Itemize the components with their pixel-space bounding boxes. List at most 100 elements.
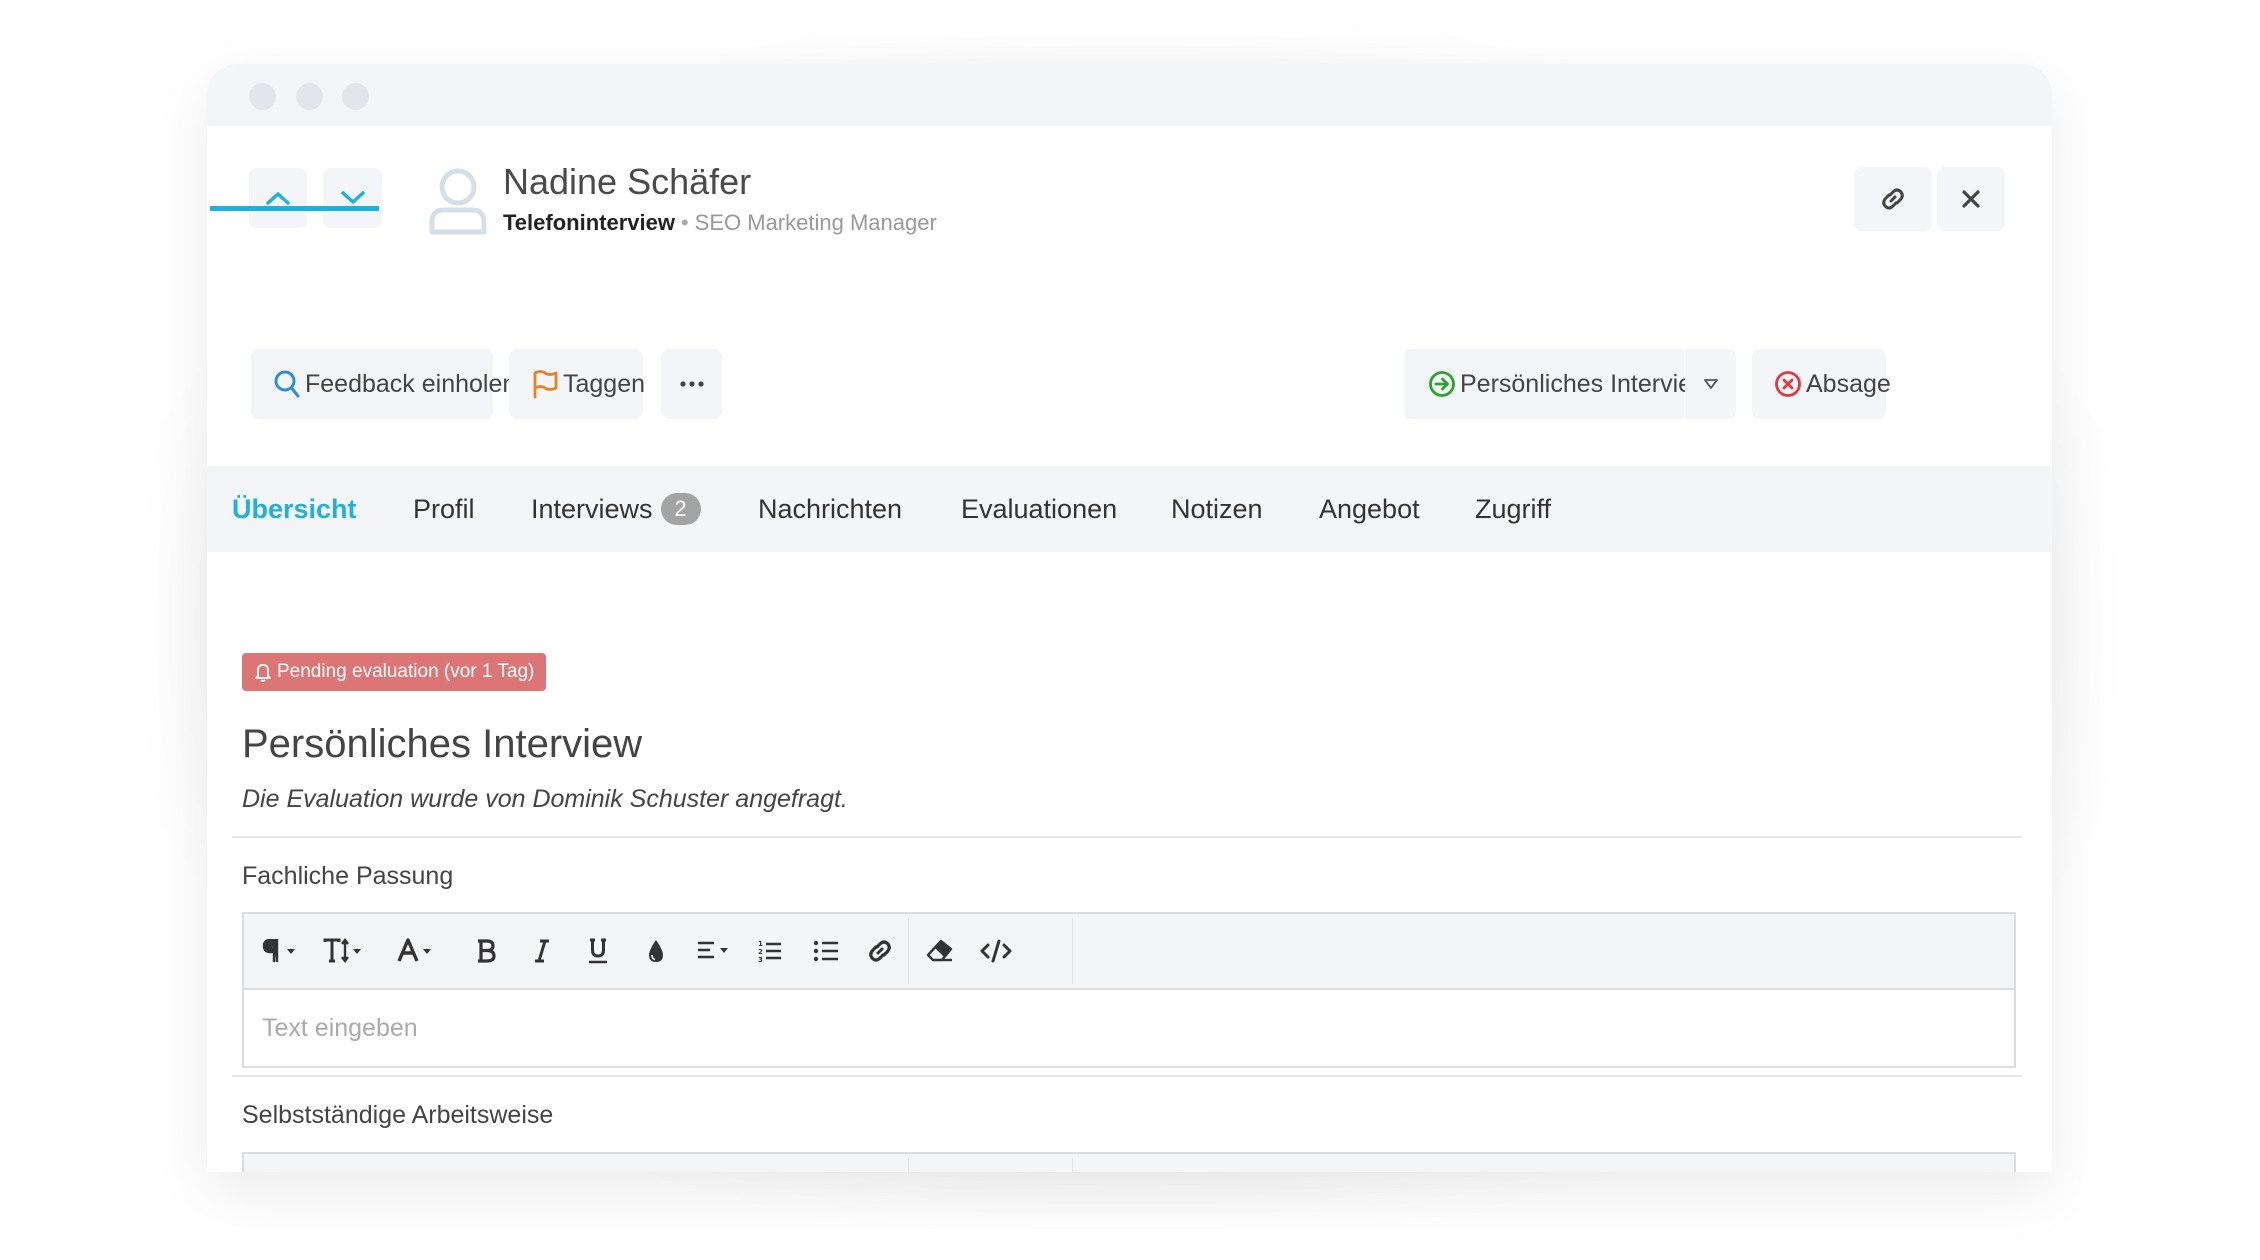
tab-overview[interactable]: Übersicht	[232, 466, 357, 552]
copy-link-button[interactable]	[1854, 167, 1932, 231]
tag-button[interactable]: Taggen	[509, 349, 646, 419]
tab-notes[interactable]: Notizen	[1171, 466, 1263, 552]
tab-access[interactable]: Zugriff	[1475, 466, 1551, 552]
feedback-label: Feedback einholen	[305, 369, 517, 398]
search-icon	[273, 369, 301, 399]
triangle-down-icon	[1703, 379, 1718, 389]
tab-label: Zugriff	[1475, 493, 1552, 524]
tab-label: Angebot	[1319, 493, 1420, 524]
tab-label: Interviews	[531, 493, 653, 524]
italic-button[interactable]	[522, 914, 562, 988]
window-close-dot[interactable]	[249, 83, 276, 110]
paragraph-style-button[interactable]	[258, 914, 302, 988]
chevron-down-icon	[340, 191, 365, 204]
section-divider	[232, 1075, 2022, 1077]
bold-icon	[478, 939, 496, 963]
code-icon	[980, 939, 1012, 963]
editor-input-technical-fit[interactable]: Text eingeben	[244, 990, 2014, 1066]
subtitle-separator: •	[680, 210, 689, 235]
rich-text-editor-technical-fit: 123 Text eingeben	[242, 912, 2016, 1068]
title-bar	[207, 64, 2052, 126]
flag-icon	[531, 369, 559, 399]
reject-button[interactable]: Absage	[1752, 349, 1891, 419]
tab-messages[interactable]: Nachrichten	[758, 466, 902, 552]
underline-icon	[589, 938, 607, 964]
eraser-icon	[926, 939, 953, 962]
tab-label: Profil	[413, 493, 475, 524]
tab-evaluations[interactable]: Evaluationen	[961, 466, 1117, 552]
editor-toolbar	[244, 1154, 2014, 1172]
candidate-stage: Telefoninterview	[503, 210, 675, 235]
chevron-up-icon	[266, 192, 290, 205]
active-tab-indicator	[210, 206, 379, 211]
feedback-button[interactable]: Feedback einholen	[251, 349, 516, 419]
tab-label: Übersicht	[232, 493, 357, 524]
bell-icon	[255, 664, 271, 682]
candidate-subtitle: Telefoninterview • SEO Marketing Manager	[503, 210, 937, 236]
section-divider	[232, 836, 2022, 838]
tab-label: Evaluationen	[961, 493, 1118, 524]
window-minimize-dot[interactable]	[296, 83, 323, 110]
next-candidate-button[interactable]	[323, 168, 382, 228]
italic-icon	[535, 939, 549, 963]
tab-profile[interactable]: Profil	[413, 466, 475, 552]
underline-button[interactable]	[578, 914, 618, 988]
candidate-job-title: SEO Marketing Manager	[694, 210, 937, 235]
candidate-name: Nadine Schäfer	[503, 161, 752, 202]
ordered-list-button[interactable]: 123	[748, 914, 792, 988]
toolbar-separator	[1072, 1158, 1073, 1172]
tab-label: Notizen	[1171, 493, 1263, 524]
more-actions-button[interactable]	[661, 349, 722, 419]
app-window: Nadine Schäfer Telefoninterview • SEO Mark…	[207, 64, 2052, 1172]
bold-button[interactable]	[466, 914, 506, 988]
tab-interviews[interactable]: Interviews 2	[531, 466, 701, 552]
advance-stage-label: Persönliches Interview	[1460, 369, 1711, 398]
align-left-icon	[698, 941, 728, 959]
code-view-button[interactable]	[974, 914, 1018, 988]
font-color-button[interactable]	[394, 914, 444, 988]
toolbar-separator	[908, 918, 909, 984]
clear-format-button[interactable]	[918, 914, 962, 988]
previous-candidate-button[interactable]	[249, 168, 307, 228]
evaluation-title: Persönliches Interview	[242, 722, 643, 766]
x-circle-icon	[1774, 370, 1802, 398]
list-ul-icon	[813, 940, 838, 962]
pending-evaluation-badge: Pending evaluation (vor 1 Tag)	[242, 653, 547, 691]
align-button[interactable]	[690, 914, 742, 988]
editor-toolbar: 123	[244, 914, 2014, 990]
evaluation-subtitle: Die Evaluation wurde von Dominik Schuste…	[242, 785, 848, 813]
rich-text-editor-independent-work	[242, 1152, 2016, 1172]
svg-text:3: 3	[758, 956, 763, 963]
window-maximize-dot[interactable]	[342, 83, 369, 110]
link-icon	[1882, 188, 1904, 210]
insert-link-button[interactable]	[858, 914, 902, 988]
close-panel-button[interactable]	[1937, 167, 2005, 231]
advance-stage-dropdown[interactable]	[1685, 349, 1736, 419]
toolbar-separator	[1072, 918, 1073, 984]
field-label-independent-work: Selbstständige Arbeitsweise	[242, 1101, 554, 1129]
editor-placeholder: Text eingeben	[262, 1013, 418, 1042]
text-height-icon	[323, 938, 361, 963]
tab-offer[interactable]: Angebot	[1319, 466, 1420, 552]
close-icon	[1962, 190, 1980, 208]
paragraph-icon	[262, 939, 295, 962]
tab-label: Nachrichten	[758, 493, 903, 524]
highlight-color-button[interactable]	[636, 914, 676, 988]
unordered-list-button[interactable]	[804, 914, 848, 988]
user-icon	[429, 168, 487, 235]
svg-text:2: 2	[758, 948, 763, 956]
tint-icon	[649, 940, 663, 962]
svg-text:1: 1	[758, 940, 763, 948]
field-label-technical-fit: Fachliche Passung	[242, 862, 454, 890]
advance-stage-button[interactable]: Persönliches Interview	[1404, 349, 1710, 419]
list-ol-icon: 123	[758, 940, 781, 963]
reject-label: Absage	[1806, 369, 1891, 398]
font-size-button[interactable]	[320, 914, 370, 988]
tag-label: Taggen	[563, 369, 646, 398]
tab-bar: Übersicht Profil Interviews 2 Nachrichten…	[207, 466, 2052, 552]
link-icon	[869, 940, 891, 962]
toolbar-separator	[908, 1158, 909, 1172]
pending-badge-label: Pending evaluation (vor 1 Tag)	[277, 661, 535, 682]
font-icon	[397, 938, 431, 962]
arrow-circle-right-icon	[1428, 370, 1456, 398]
